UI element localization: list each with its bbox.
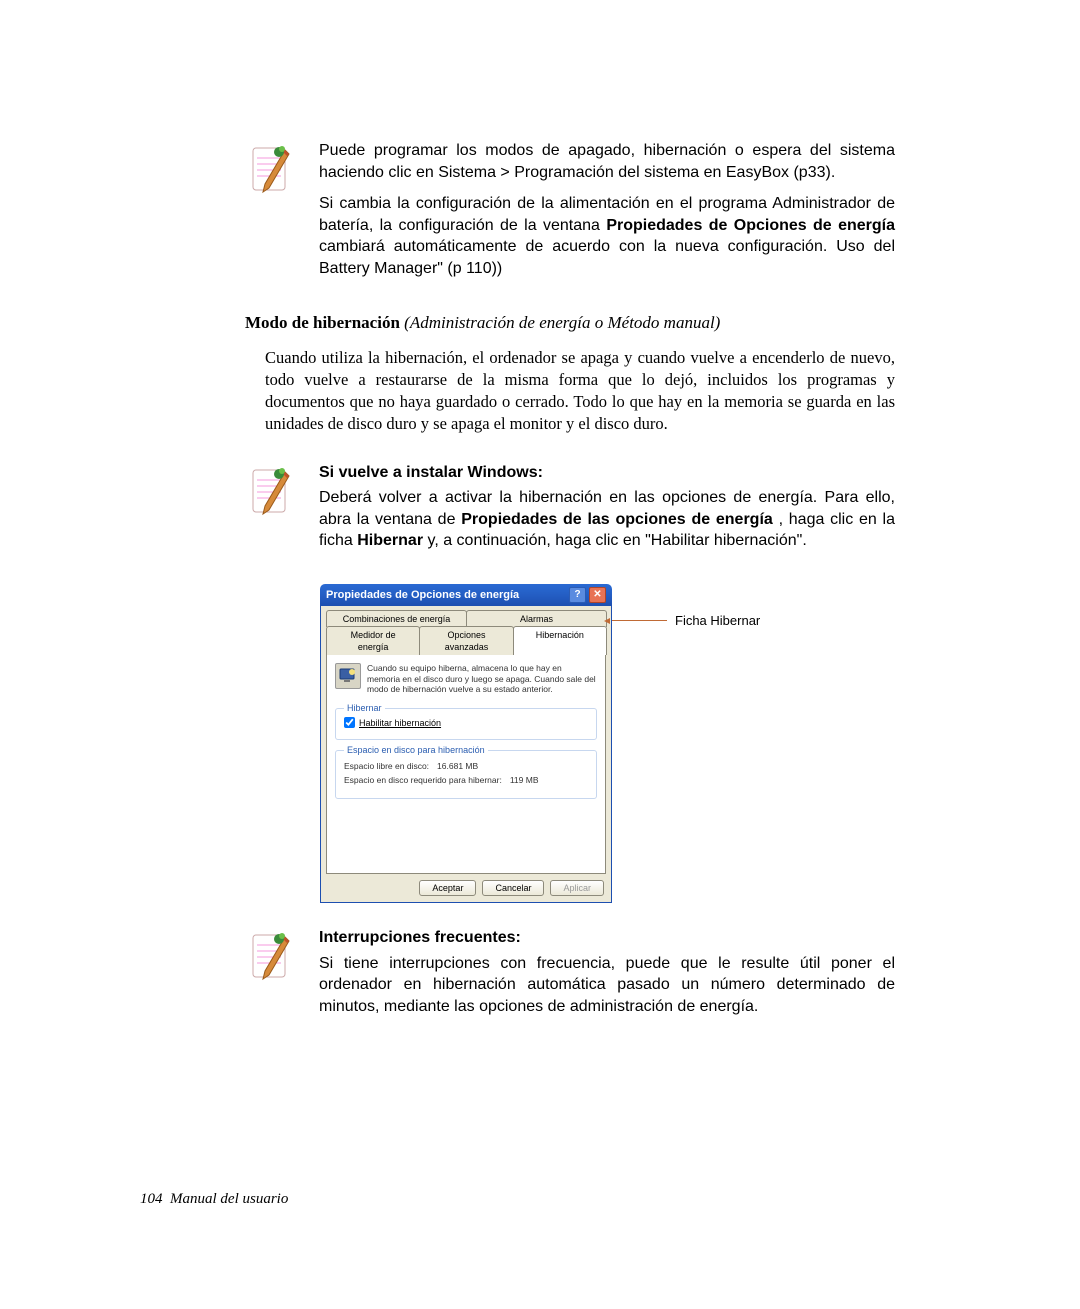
dialog-tabs: Combinaciones de energía Alarmas Medidor… <box>326 610 606 654</box>
close-icon[interactable]: ✕ <box>589 587 606 603</box>
callout-line <box>612 620 667 621</box>
note-1-paragraph-2: Si cambia la configuración de la aliment… <box>319 193 895 279</box>
fieldset-espacio-legend: Espacio en disco para hibernación <box>344 744 488 756</box>
tab-opciones-avanzadas[interactable]: Opciones avanzadas <box>419 626 513 655</box>
dialog-panel: Cuando su equipo hiberna, almacena lo qu… <box>326 654 606 874</box>
note-2-heading: Si vuelve a instalar Windows: <box>319 462 895 484</box>
note-2-body: Deberá volver a activar la hibernación e… <box>319 487 895 552</box>
footer-label: Manual del usuario <box>170 1191 288 1207</box>
apply-button[interactable]: Aplicar <box>550 880 604 896</box>
hibernation-description: Cuando su equipo hiberna, almacena lo qu… <box>367 663 597 694</box>
page: Puede programar los modos de apagado, hi… <box>0 0 1080 1309</box>
dialog-body: Combinaciones de energía Alarmas Medidor… <box>320 606 612 903</box>
section-heading-hibernacion: Modo de hibernación (Administración de e… <box>245 312 895 335</box>
cancel-button[interactable]: Cancelar <box>482 880 544 896</box>
note-icon <box>245 927 297 1017</box>
notebook-pencil-icon <box>249 466 293 518</box>
disk-free-row: Espacio libre en disco: 16.681 MB <box>344 761 588 772</box>
fieldset-hibernar: Hibernar Habilitar hibernación <box>335 708 597 740</box>
page-footer: 104 Manual del usuario <box>140 1189 288 1209</box>
note-3-body: Si tiene interrupciones con frecuencia, … <box>319 953 895 1018</box>
disk-required-row: Espacio en disco requerido para hibernar… <box>344 775 588 786</box>
dialog-title: Propiedades de Opciones de energía <box>326 588 519 603</box>
tab-alarmas[interactable]: Alarmas <box>466 610 607 627</box>
notebook-pencil-icon <box>249 931 293 983</box>
fieldset-hibernar-legend: Hibernar <box>344 702 385 714</box>
fieldset-espacio-disco: Espacio en disco para hibernación Espaci… <box>335 750 597 799</box>
dialog-illustration-row: Propiedades de Opciones de energía ? ✕ C… <box>320 584 895 903</box>
enable-hibernation-input[interactable] <box>344 717 355 728</box>
page-number: 104 <box>140 1191 163 1207</box>
help-icon[interactable]: ? <box>569 587 586 603</box>
power-options-dialog: Propiedades de Opciones de energía ? ✕ C… <box>320 584 612 903</box>
monitor-moon-icon <box>335 663 361 689</box>
section-body: Cuando utiliza la hibernación, el ordena… <box>265 347 895 436</box>
dialog-titlebar: Propiedades de Opciones de energía ? ✕ <box>320 584 612 606</box>
note-1-paragraph-1: Puede programar los modos de apagado, hi… <box>319 140 895 183</box>
enable-hibernation-checkbox[interactable]: Habilitar hibernación <box>344 717 588 729</box>
tab-combinaciones[interactable]: Combinaciones de energía <box>326 610 467 627</box>
note-icon <box>245 462 297 552</box>
note-block-3: Interrupciones frecuentes: Si tiene inte… <box>245 927 895 1017</box>
hibernation-description-row: Cuando su equipo hiberna, almacena lo qu… <box>335 663 597 694</box>
note-block-1: Puede programar los modos de apagado, hi… <box>245 140 895 280</box>
dialog-button-row: Aceptar Cancelar Aplicar <box>326 874 606 896</box>
note-2-text: Si vuelve a instalar Windows: Deberá vol… <box>319 462 895 552</box>
tab-medidor[interactable]: Medidor de energía <box>326 626 420 655</box>
callout-arrow-icon <box>604 618 610 624</box>
note-3-text: Interrupciones frecuentes: Si tiene inte… <box>319 927 895 1017</box>
note-3-heading: Interrupciones frecuentes: <box>319 927 895 949</box>
callout-label: Ficha Hibernar <box>675 612 760 630</box>
note-block-2: Si vuelve a instalar Windows: Deberá vol… <box>245 462 895 552</box>
ok-button[interactable]: Aceptar <box>419 880 476 896</box>
ficha-hibernar-callout: Ficha Hibernar <box>612 612 760 630</box>
note-1-text: Puede programar los modos de apagado, hi… <box>319 140 895 280</box>
tab-hibernacion[interactable]: Hibernación <box>513 626 607 655</box>
notebook-pencil-icon <box>249 144 293 196</box>
note-icon <box>245 140 297 280</box>
